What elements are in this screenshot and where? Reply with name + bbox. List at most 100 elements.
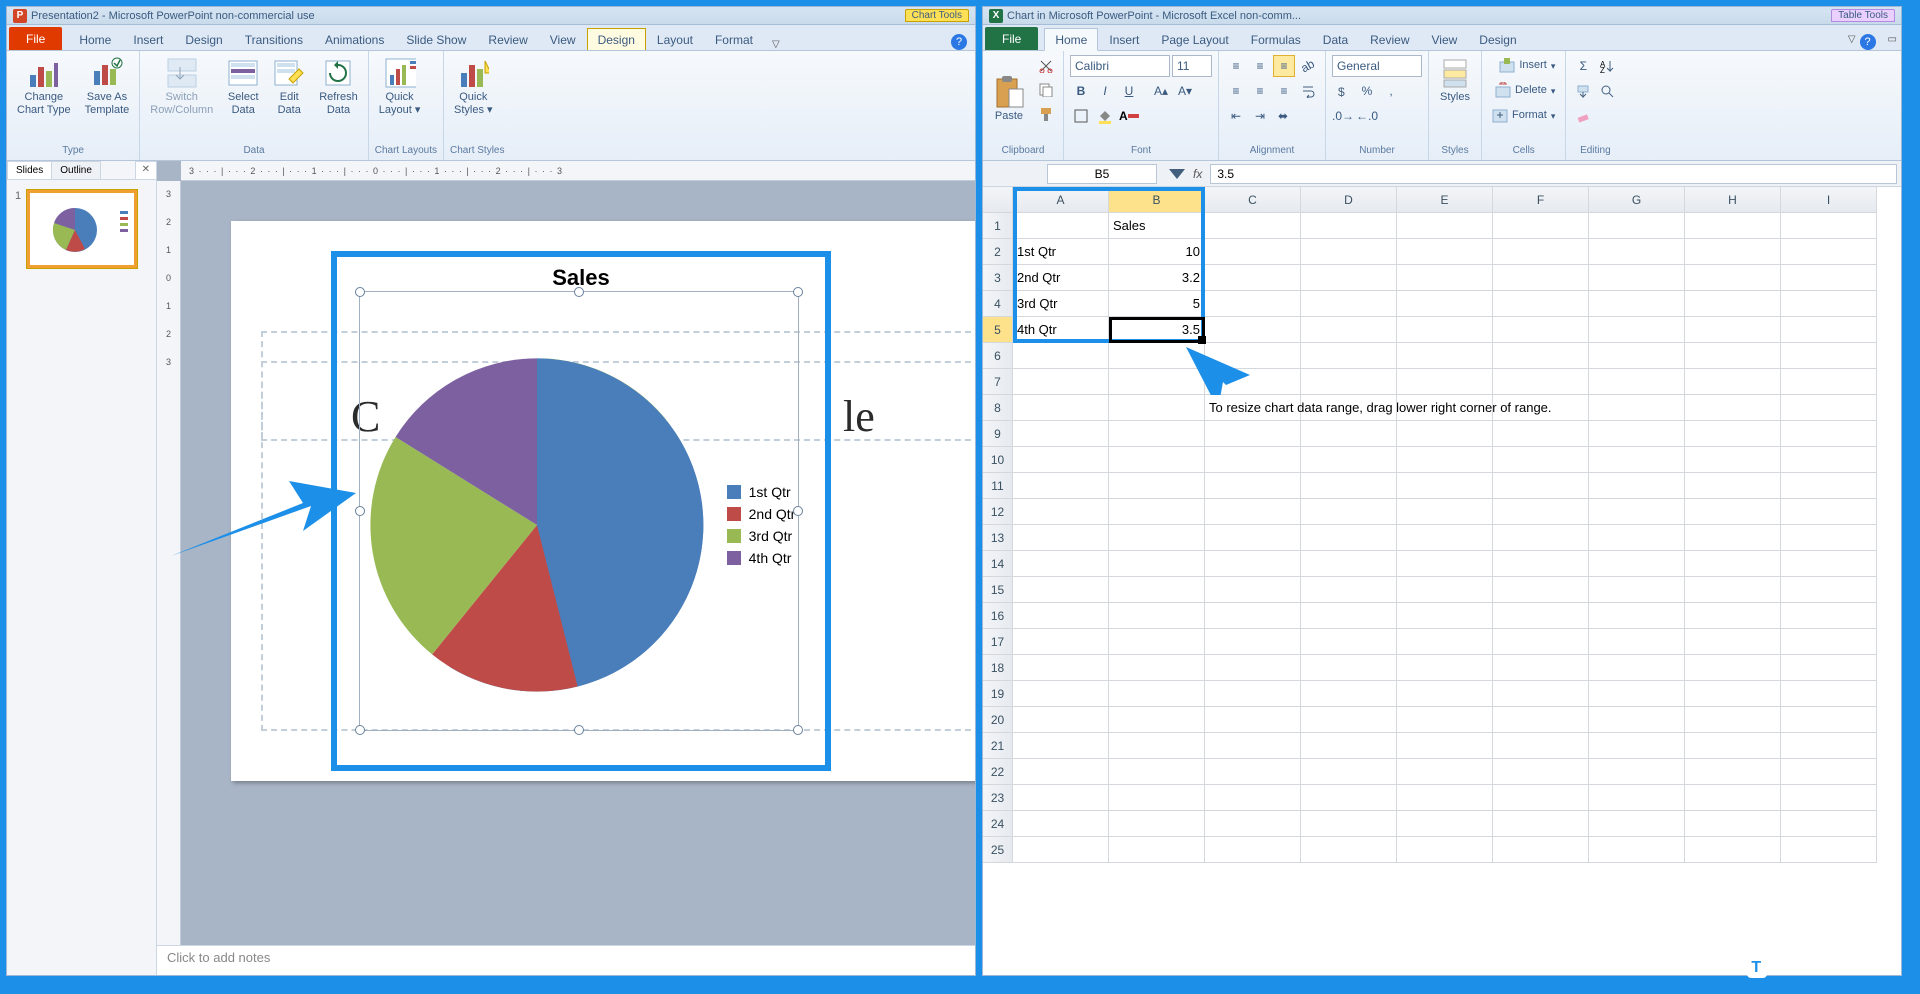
cell-H5[interactable] [1685, 317, 1781, 343]
format-cells-button[interactable]: Format▾ [1488, 105, 1559, 127]
decrease-decimal-button[interactable]: ←.0 [1356, 105, 1378, 127]
cell-F21[interactable] [1493, 733, 1589, 759]
cell-A7[interactable] [1013, 369, 1109, 395]
change-chart-type-button[interactable]: Change Chart Type [13, 55, 75, 119]
row-header-13[interactable]: 13 [983, 525, 1013, 551]
wrap-text-button[interactable] [1297, 80, 1319, 102]
notes-pane[interactable]: Click to add notes [157, 945, 975, 975]
align-left-button[interactable]: ≡ [1225, 80, 1247, 102]
cell-D21[interactable] [1301, 733, 1397, 759]
cell-I22[interactable] [1781, 759, 1877, 785]
cell-E21[interactable] [1397, 733, 1493, 759]
row-header-11[interactable]: 11 [983, 473, 1013, 499]
cell-H9[interactable] [1685, 421, 1781, 447]
cell-C18[interactable] [1205, 655, 1301, 681]
cell-I15[interactable] [1781, 577, 1877, 603]
cell-H3[interactable] [1685, 265, 1781, 291]
file-tab[interactable]: File [9, 27, 62, 50]
cell-H22[interactable] [1685, 759, 1781, 785]
cell-G1[interactable] [1589, 213, 1685, 239]
cell-H14[interactable] [1685, 551, 1781, 577]
excel-tab-review[interactable]: Review [1359, 28, 1420, 50]
cell-F20[interactable] [1493, 707, 1589, 733]
row-header-20[interactable]: 20 [983, 707, 1013, 733]
fill-button[interactable] [1572, 80, 1594, 102]
cell-F13[interactable] [1493, 525, 1589, 551]
cell-I4[interactable] [1781, 291, 1877, 317]
row-header-3[interactable]: 3 [983, 265, 1013, 291]
row-header-9[interactable]: 9 [983, 421, 1013, 447]
tab-view[interactable]: View [539, 28, 587, 50]
cell-B2[interactable]: 10 [1109, 239, 1205, 265]
cell-E17[interactable] [1397, 629, 1493, 655]
cell-F24[interactable] [1493, 811, 1589, 837]
cell-F1[interactable] [1493, 213, 1589, 239]
cell-A24[interactable] [1013, 811, 1109, 837]
cell-D24[interactable] [1301, 811, 1397, 837]
cell-B20[interactable] [1109, 707, 1205, 733]
cell-F15[interactable] [1493, 577, 1589, 603]
window-controls-icon[interactable]: ▭ [1888, 34, 1897, 50]
cell-A18[interactable] [1013, 655, 1109, 681]
cell-D1[interactable] [1301, 213, 1397, 239]
cell-A22[interactable] [1013, 759, 1109, 785]
clear-button[interactable] [1572, 105, 1594, 127]
cell-H21[interactable] [1685, 733, 1781, 759]
cell-H17[interactable] [1685, 629, 1781, 655]
cell-E11[interactable] [1397, 473, 1493, 499]
cell-I6[interactable] [1781, 343, 1877, 369]
cell-I7[interactable] [1781, 369, 1877, 395]
cell-A19[interactable] [1013, 681, 1109, 707]
cell-F16[interactable] [1493, 603, 1589, 629]
spreadsheet-grid[interactable]: ABCDEFGHI1Sales21st Qtr1032nd Qtr3.243rd… [983, 187, 1901, 863]
cell-E24[interactable] [1397, 811, 1493, 837]
percent-button[interactable]: % [1356, 80, 1378, 102]
cell-F19[interactable] [1493, 681, 1589, 707]
cell-H6[interactable] [1685, 343, 1781, 369]
column-header-G[interactable]: G [1589, 187, 1685, 213]
column-header-A[interactable]: A [1013, 187, 1109, 213]
cell-I19[interactable] [1781, 681, 1877, 707]
cell-I1[interactable] [1781, 213, 1877, 239]
cell-I17[interactable] [1781, 629, 1877, 655]
cell-F14[interactable] [1493, 551, 1589, 577]
cell-A23[interactable] [1013, 785, 1109, 811]
cell-G16[interactable] [1589, 603, 1685, 629]
cell-B16[interactable] [1109, 603, 1205, 629]
cell-I16[interactable] [1781, 603, 1877, 629]
increase-font-button[interactable]: A▴ [1150, 80, 1172, 102]
cell-F18[interactable] [1493, 655, 1589, 681]
autosum-button[interactable]: Σ [1572, 55, 1594, 77]
cell-G15[interactable] [1589, 577, 1685, 603]
cell-I2[interactable] [1781, 239, 1877, 265]
cell-D23[interactable] [1301, 785, 1397, 811]
cell-D15[interactable] [1301, 577, 1397, 603]
cell-F5[interactable] [1493, 317, 1589, 343]
column-header-E[interactable]: E [1397, 187, 1493, 213]
cell-A1[interactable] [1013, 213, 1109, 239]
copy-button[interactable] [1035, 79, 1057, 101]
cell-A3[interactable]: 2nd Qtr [1013, 265, 1109, 291]
cell-H12[interactable] [1685, 499, 1781, 525]
cell-F9[interactable] [1493, 421, 1589, 447]
tab-slideshow[interactable]: Slide Show [395, 28, 477, 50]
cell-I20[interactable] [1781, 707, 1877, 733]
quick-styles-button[interactable]: Quick Styles ▾ [450, 55, 497, 119]
row-header-23[interactable]: 23 [983, 785, 1013, 811]
cell-H10[interactable] [1685, 447, 1781, 473]
cell-I14[interactable] [1781, 551, 1877, 577]
cell-H7[interactable] [1685, 369, 1781, 395]
cell-E19[interactable] [1397, 681, 1493, 707]
cell-G5[interactable] [1589, 317, 1685, 343]
cell-H13[interactable] [1685, 525, 1781, 551]
cell-E13[interactable] [1397, 525, 1493, 551]
increase-indent-button[interactable]: ⇥ [1249, 105, 1271, 127]
cell-H24[interactable] [1685, 811, 1781, 837]
cell-C1[interactable] [1205, 213, 1301, 239]
cell-D22[interactable] [1301, 759, 1397, 785]
decrease-indent-button[interactable]: ⇤ [1225, 105, 1247, 127]
cell-D2[interactable] [1301, 239, 1397, 265]
cell-E23[interactable] [1397, 785, 1493, 811]
cell-I10[interactable] [1781, 447, 1877, 473]
cell-B25[interactable] [1109, 837, 1205, 863]
